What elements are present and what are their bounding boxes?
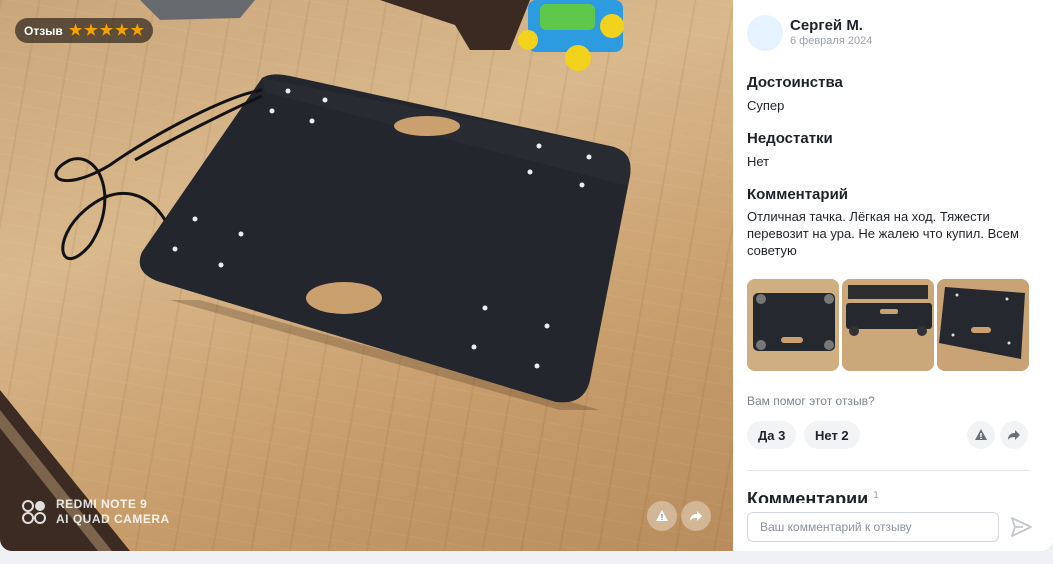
helpful-no-button[interactable]: Нет 2 xyxy=(804,421,860,449)
cons-text: Нет xyxy=(747,154,770,169)
review-date: 6 февраля 2024 xyxy=(790,35,873,47)
comment-field[interactable] xyxy=(747,512,999,542)
share-arrow-icon xyxy=(690,511,702,521)
comment-text: Отличная тачка. Лёгкая на ход. Тяжести п… xyxy=(747,209,1019,258)
star-icon: ★ xyxy=(84,22,98,39)
star-rating: ★ ★ ★ ★ ★ xyxy=(69,23,144,38)
photo-report-button[interactable] xyxy=(647,501,677,531)
camera-watermark: REDMI NOTE 9 AI QUAD CAMERA xyxy=(20,497,170,527)
thumbnail[interactable] xyxy=(937,279,1029,371)
photo-thumbnails xyxy=(747,279,1029,371)
review-card: Отзыв ★ ★ ★ ★ ★ REDMI NOTE 9 AI QUAD CAM… xyxy=(0,0,1053,551)
review-photo[interactable]: Отзыв ★ ★ ★ ★ ★ REDMI NOTE 9 AI QUAD CAM… xyxy=(0,0,733,551)
pros-heading: Достоинства xyxy=(747,74,843,91)
comments-heading-label: Комментарии xyxy=(747,489,869,503)
comments-heading: Комментарии 1 xyxy=(747,489,879,503)
rating-badge: Отзыв ★ ★ ★ ★ ★ xyxy=(15,18,154,43)
star-icon: ★ xyxy=(130,22,145,39)
divider xyxy=(747,470,1030,471)
thumbnail-image xyxy=(937,279,1029,371)
watermark-line2: AI QUAD CAMERA xyxy=(56,512,170,526)
thumbnail[interactable] xyxy=(842,279,934,371)
review-panel: Сергей М. 6 февраля 2024 Достоинства Суп… xyxy=(733,0,1053,551)
share-button[interactable] xyxy=(1000,421,1028,449)
star-icon: ★ xyxy=(68,22,83,39)
comment-input[interactable] xyxy=(758,519,998,535)
helpful-yes-button[interactable]: Да 3 xyxy=(747,421,797,449)
photo-scene xyxy=(0,0,631,551)
author-name: Сергей М. xyxy=(790,17,863,34)
badge-label: Отзыв xyxy=(24,23,63,38)
photo-share-button[interactable] xyxy=(681,501,711,531)
star-icon: ★ xyxy=(115,22,129,39)
helpful-question: Вам помог этот отзыв? xyxy=(747,394,875,408)
report-button[interactable] xyxy=(967,421,995,449)
comment-input-row xyxy=(733,503,1053,551)
send-icon[interactable] xyxy=(1009,515,1033,539)
warning-icon xyxy=(656,510,668,521)
thumbnail-image xyxy=(842,279,934,371)
share-arrow-icon xyxy=(1008,430,1020,440)
thumbnail[interactable] xyxy=(747,279,839,371)
comment-heading: Комментарий xyxy=(747,186,849,203)
thumbnail-image xyxy=(747,279,839,371)
watermark-line1: REDMI NOTE 9 xyxy=(56,497,148,511)
warning-icon xyxy=(975,429,987,440)
comments-count: 1 xyxy=(873,490,879,501)
pros-text: Супер xyxy=(747,98,785,113)
camera-logo-icon xyxy=(22,500,46,524)
star-icon: ★ xyxy=(99,22,114,39)
avatar xyxy=(747,15,783,51)
cons-heading: Недостатки xyxy=(747,130,833,147)
